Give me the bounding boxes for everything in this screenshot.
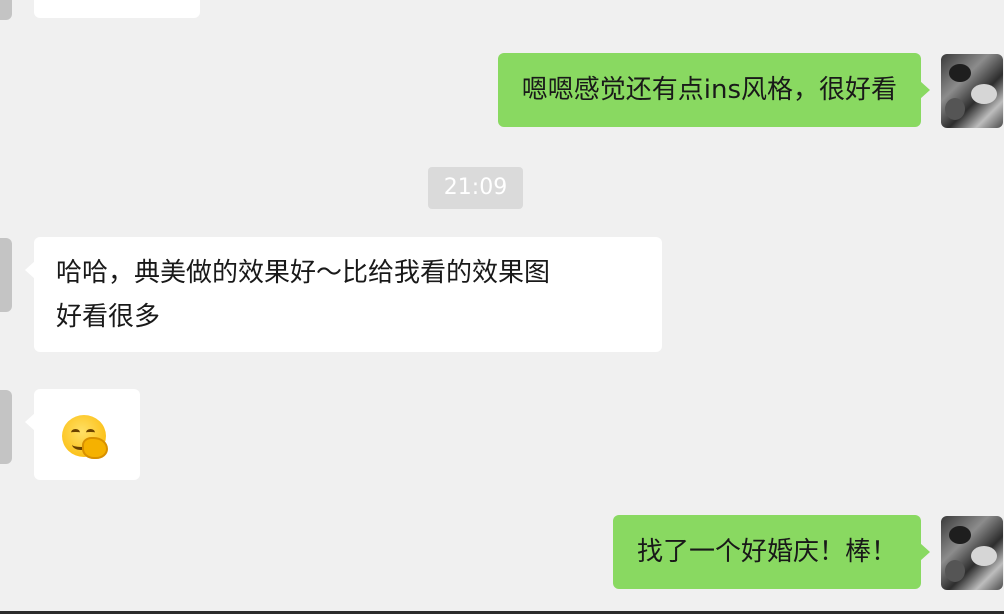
incoming-message-bubble[interactable]: 哈哈，典美做的效果好～比给我看的效果图 好看很多 bbox=[25, 237, 662, 352]
outgoing-message-bubble[interactable]: 找了一个好婚庆！棒！ bbox=[612, 515, 931, 589]
contact-avatar[interactable] bbox=[0, 0, 12, 20]
self-avatar[interactable] bbox=[941, 54, 1003, 128]
message-timestamp: 21:09 bbox=[428, 167, 523, 209]
contact-avatar[interactable] bbox=[0, 390, 12, 464]
incoming-emoji-bubble[interactable] bbox=[25, 389, 140, 480]
message-text-line: 好看很多 bbox=[56, 302, 161, 332]
chat-window: 嗯嗯感觉还有点ins风格，很好看 21:09 哈哈，典美做的效果好～比给我看的效… bbox=[0, 0, 1004, 614]
previous-message-bubble[interactable] bbox=[34, 0, 200, 18]
hand-over-mouth-emoji-icon bbox=[62, 415, 108, 459]
self-avatar[interactable] bbox=[941, 516, 1003, 590]
message-text: 找了一个好婚庆！棒！ bbox=[636, 537, 897, 567]
contact-avatar[interactable] bbox=[0, 238, 12, 312]
outgoing-message-bubble[interactable]: 嗯嗯感觉还有点ins风格，很好看 bbox=[497, 53, 931, 127]
message-text-line: 哈哈，典美做的效果好～比给我看的效果图 bbox=[56, 258, 551, 288]
message-text: 嗯嗯感觉还有点ins风格，很好看 bbox=[521, 75, 897, 105]
